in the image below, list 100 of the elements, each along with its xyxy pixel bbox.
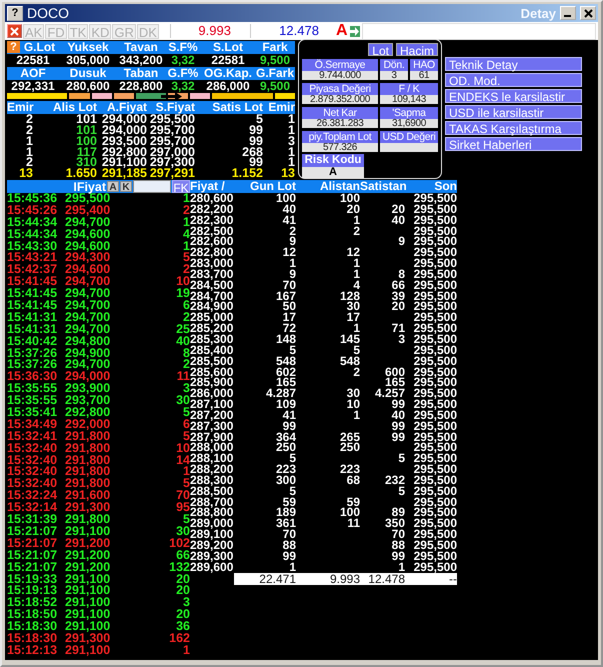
table-cell-text: 88 bbox=[282, 540, 296, 551]
table-cell-text: 1 bbox=[287, 125, 295, 136]
column-header: Fiyat / bbox=[190, 180, 226, 193]
table-cell-text: 295,500 bbox=[412, 214, 457, 226]
table-cell-text: 40 bbox=[390, 214, 405, 226]
trade-time: 15:41:45 bbox=[7, 276, 58, 288]
table-cell-text: 148 bbox=[274, 334, 296, 345]
table-cell-text: 1 bbox=[353, 410, 360, 421]
info-value bbox=[380, 143, 438, 152]
table-cell-text: 295,700 bbox=[148, 136, 195, 147]
table-cell-text: 548 bbox=[274, 356, 296, 366]
toggle-button[interactable]: Lot bbox=[368, 43, 393, 56]
table-cell-text: 294,000 bbox=[100, 125, 147, 136]
table-cell-text: 50 bbox=[282, 301, 296, 312]
trade-lot: 1 bbox=[182, 466, 190, 478]
table-cell: 286,000 bbox=[190, 388, 234, 400]
table-cell-text: 295,700 bbox=[148, 125, 195, 136]
trade-lot: 1 bbox=[182, 240, 190, 252]
trade-time: 15:19:13 bbox=[7, 585, 58, 598]
trade-time: 15:36:30 bbox=[7, 371, 58, 384]
menu-button[interactable]: ENDEKS le karsilastir bbox=[445, 89, 582, 103]
stat-value: 9,500 bbox=[258, 54, 292, 66]
table-cell-text: 602 bbox=[274, 366, 296, 378]
info-value: 61 bbox=[410, 71, 438, 80]
table-cell-text: 100 bbox=[338, 507, 360, 518]
table-cell-text: 295,500 bbox=[148, 114, 195, 126]
table-cell-text: 295,500 bbox=[412, 562, 457, 573]
filter-button[interactable]: A bbox=[107, 181, 119, 192]
help-icon[interactable]: ? bbox=[7, 6, 23, 20]
menu-button[interactable]: USD ile karsilastir bbox=[445, 105, 582, 119]
trade-time: 15:35:55 bbox=[7, 395, 58, 408]
trade-time: 15:43:21 bbox=[7, 252, 58, 264]
trade-price: 291,100 bbox=[65, 609, 112, 622]
table-cell: 285,600 bbox=[190, 366, 234, 378]
table-cell-text: 295,500 bbox=[412, 247, 457, 258]
minimize-button[interactable] bbox=[560, 6, 576, 20]
arrow-icon bbox=[350, 26, 359, 36]
table-cell-text: 350 bbox=[384, 518, 405, 530]
menu-button[interactable]: OD. Mod. bbox=[445, 73, 582, 87]
table-cell-text: 2 bbox=[352, 226, 360, 236]
table-cell-text: 30 bbox=[346, 388, 360, 400]
menu-button[interactable]: Teknik Detay bbox=[445, 57, 582, 71]
table-cell-text: 2 bbox=[25, 114, 33, 126]
table-cell: 282,500 bbox=[190, 226, 234, 236]
go-button[interactable] bbox=[348, 24, 360, 38]
table-cell-text: 117 bbox=[76, 146, 97, 158]
trade-price: 291,100 bbox=[65, 597, 112, 610]
table-cell-text: 2 bbox=[289, 226, 296, 236]
table-cell-text: 294,000 bbox=[100, 114, 147, 126]
table-cell-text: 11 bbox=[347, 518, 360, 530]
trade-lot: 20 bbox=[175, 609, 190, 622]
trade-lot: 11 bbox=[176, 371, 190, 384]
table-cell: 284,700 bbox=[190, 290, 234, 302]
filter-button[interactable]: K bbox=[120, 181, 132, 192]
window-subtitle: Detay bbox=[520, 6, 556, 20]
filter-field[interactable] bbox=[133, 180, 171, 193]
column-header: G.F% bbox=[166, 67, 200, 80]
table-cell: 284,500 bbox=[190, 280, 234, 291]
column-header: Yuksek bbox=[66, 41, 110, 54]
stat-value: 292,331 bbox=[10, 80, 56, 92]
trade-time: 15:37:26 bbox=[7, 359, 58, 372]
trade-time: 15:41:45 bbox=[7, 300, 58, 312]
table-cell: 283,700 bbox=[190, 268, 234, 280]
column-header: IFiyat bbox=[73, 180, 106, 194]
menu-button[interactable]: TAKAS Karşılaştırma bbox=[445, 121, 582, 135]
stat-value: 3,32 bbox=[170, 54, 196, 66]
table-cell-text: 295,500 bbox=[412, 204, 457, 215]
trade-time: 15:19:33 bbox=[7, 574, 58, 586]
trade-time: 15:37:26 bbox=[7, 348, 58, 360]
input-field[interactable] bbox=[362, 22, 596, 40]
trade-time: 15:31:39 bbox=[7, 514, 58, 526]
table-cell-text: 5 bbox=[289, 453, 296, 464]
menu-button[interactable]: Sirket Haberleri bbox=[445, 137, 582, 151]
table-cell-text: 100 bbox=[75, 136, 97, 147]
table-cell-text: 165 bbox=[384, 377, 405, 388]
table-cell-text: 20 bbox=[390, 301, 405, 312]
trade-lot: 2 bbox=[183, 264, 190, 276]
table-cell-text: 17 bbox=[282, 312, 296, 324]
column-header: AOF bbox=[19, 67, 47, 80]
table-cell-text: 295,500 bbox=[412, 290, 457, 302]
trade-time: 15:44:34 bbox=[7, 216, 58, 229]
trade-lot: 70 bbox=[175, 490, 190, 502]
stat-value: 228,800 bbox=[118, 80, 164, 92]
table-cell: 289,300 bbox=[190, 550, 234, 562]
info-label: HAO bbox=[410, 59, 438, 71]
filter-button[interactable]: FK bbox=[172, 180, 190, 193]
table-cell-text: 68 bbox=[346, 474, 360, 486]
table-cell-text: 167 bbox=[274, 290, 296, 302]
trade-price: 294,700 bbox=[65, 359, 112, 372]
trade-lot: 6 bbox=[182, 300, 190, 312]
risk-code: A bbox=[336, 22, 348, 40]
table-cell: 283,000 bbox=[190, 258, 234, 269]
trade-price: 291,100 bbox=[65, 644, 112, 657]
table-cell-text: 295,500 bbox=[412, 453, 457, 464]
toggle-button[interactable]: Hacim bbox=[396, 43, 438, 56]
trade-price: 291,200 bbox=[65, 562, 112, 574]
help-icon[interactable]: ? bbox=[7, 41, 20, 53]
table-cell-text: 295,500 bbox=[412, 193, 457, 204]
trade-lot: 5 bbox=[182, 430, 190, 443]
table-cell: 288,700 bbox=[190, 496, 234, 508]
